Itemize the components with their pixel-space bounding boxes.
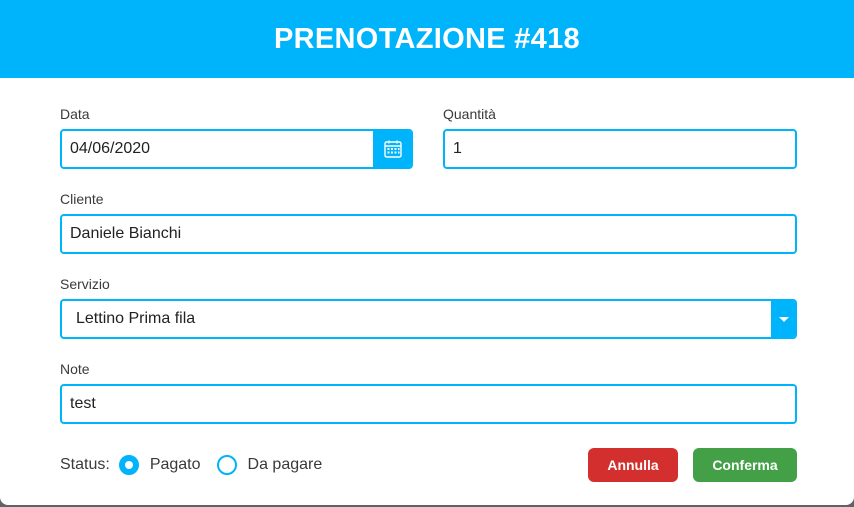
date-field[interactable]: 04/06/2020 bbox=[60, 129, 413, 169]
booking-dialog: PRENOTAZIONE #418 Data 04/06/2020 Quanti… bbox=[0, 0, 854, 505]
radio-paid-label[interactable]: Pagato bbox=[150, 456, 201, 474]
chevron-down-icon bbox=[779, 316, 789, 322]
date-value: 04/06/2020 bbox=[70, 140, 151, 157]
notes-field[interactable]: test bbox=[60, 384, 797, 424]
client-value: Daniele Bianchi bbox=[70, 225, 182, 242]
service-label: Servizio bbox=[60, 276, 110, 292]
radio-unpaid[interactable] bbox=[216, 455, 237, 475]
status-row: Status: Pagato Da pagare bbox=[60, 453, 322, 477]
confirm-button[interactable]: Conferma bbox=[693, 448, 797, 482]
notes-value: test bbox=[70, 395, 96, 412]
calendar-icon bbox=[384, 140, 402, 158]
dropdown-toggle[interactable] bbox=[771, 301, 795, 337]
quantity-field[interactable]: 1 bbox=[443, 129, 797, 169]
service-value: Lettino Prima fila bbox=[76, 310, 196, 327]
radio-paid[interactable] bbox=[118, 455, 139, 475]
calendar-button[interactable] bbox=[373, 131, 411, 167]
quantity-value: 1 bbox=[453, 140, 462, 157]
date-label: Data bbox=[60, 106, 90, 122]
notes-label: Note bbox=[60, 361, 90, 377]
client-field[interactable]: Daniele Bianchi bbox=[60, 214, 797, 254]
dialog-title: PRENOTAZIONE #418 bbox=[274, 22, 580, 55]
radio-unpaid-label[interactable]: Da pagare bbox=[248, 456, 323, 474]
quantity-label: Quantità bbox=[443, 106, 496, 122]
cancel-button[interactable]: Annulla bbox=[588, 448, 678, 482]
client-label: Cliente bbox=[60, 191, 104, 207]
service-select[interactable]: Lettino Prima fila bbox=[60, 299, 797, 339]
dialog-header: PRENOTAZIONE #418 bbox=[0, 0, 854, 78]
status-label: Status: bbox=[60, 456, 110, 473]
